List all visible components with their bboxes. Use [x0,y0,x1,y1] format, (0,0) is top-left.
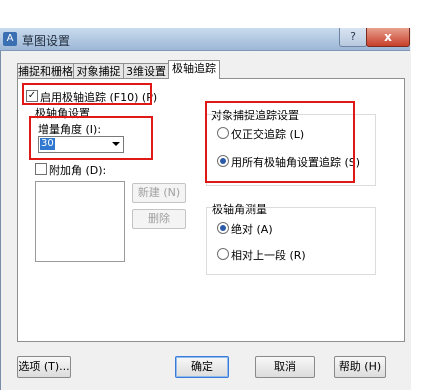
tab-polar-tracking[interactable]: 极轴追踪 [168,60,220,79]
highlight-enable-polar [22,83,152,105]
close-button[interactable]: x [366,28,410,47]
tab-3d-settings[interactable]: 3维设置 [123,63,169,79]
additional-angle-checkbox[interactable] [35,163,47,175]
absolute-radio[interactable] [217,222,229,234]
ok-button[interactable]: 确定 [175,356,229,378]
additional-angle-list[interactable] [35,181,125,262]
highlight-object-snap-tracking [205,101,355,183]
absolute-label: 绝对 (A) [231,223,273,236]
relative-last-segment-label: 相对上一段 (R) [231,249,306,262]
app-icon: A [3,32,17,46]
polar-measurement-group [206,207,376,275]
options-button[interactable]: 选项 (T)... [17,356,71,378]
window-title: 草图设置 [22,34,71,48]
tab-snap-grid[interactable]: 捕捉和栅格 [17,63,74,79]
relative-last-segment-radio[interactable] [217,248,229,260]
help-button[interactable]: 帮助 (H) [334,356,386,378]
delete-angle-button[interactable]: 删除 [132,209,186,229]
cancel-button[interactable]: 取消 [255,356,315,378]
tab-object-snap[interactable]: 对象捕捉 [73,63,124,79]
highlight-increment-angle [29,116,153,160]
new-angle-button[interactable]: 新建 (N) [132,183,186,203]
additional-angle-label: 附加角 (D): [49,164,107,177]
help-title-button[interactable]: ? [339,28,367,47]
